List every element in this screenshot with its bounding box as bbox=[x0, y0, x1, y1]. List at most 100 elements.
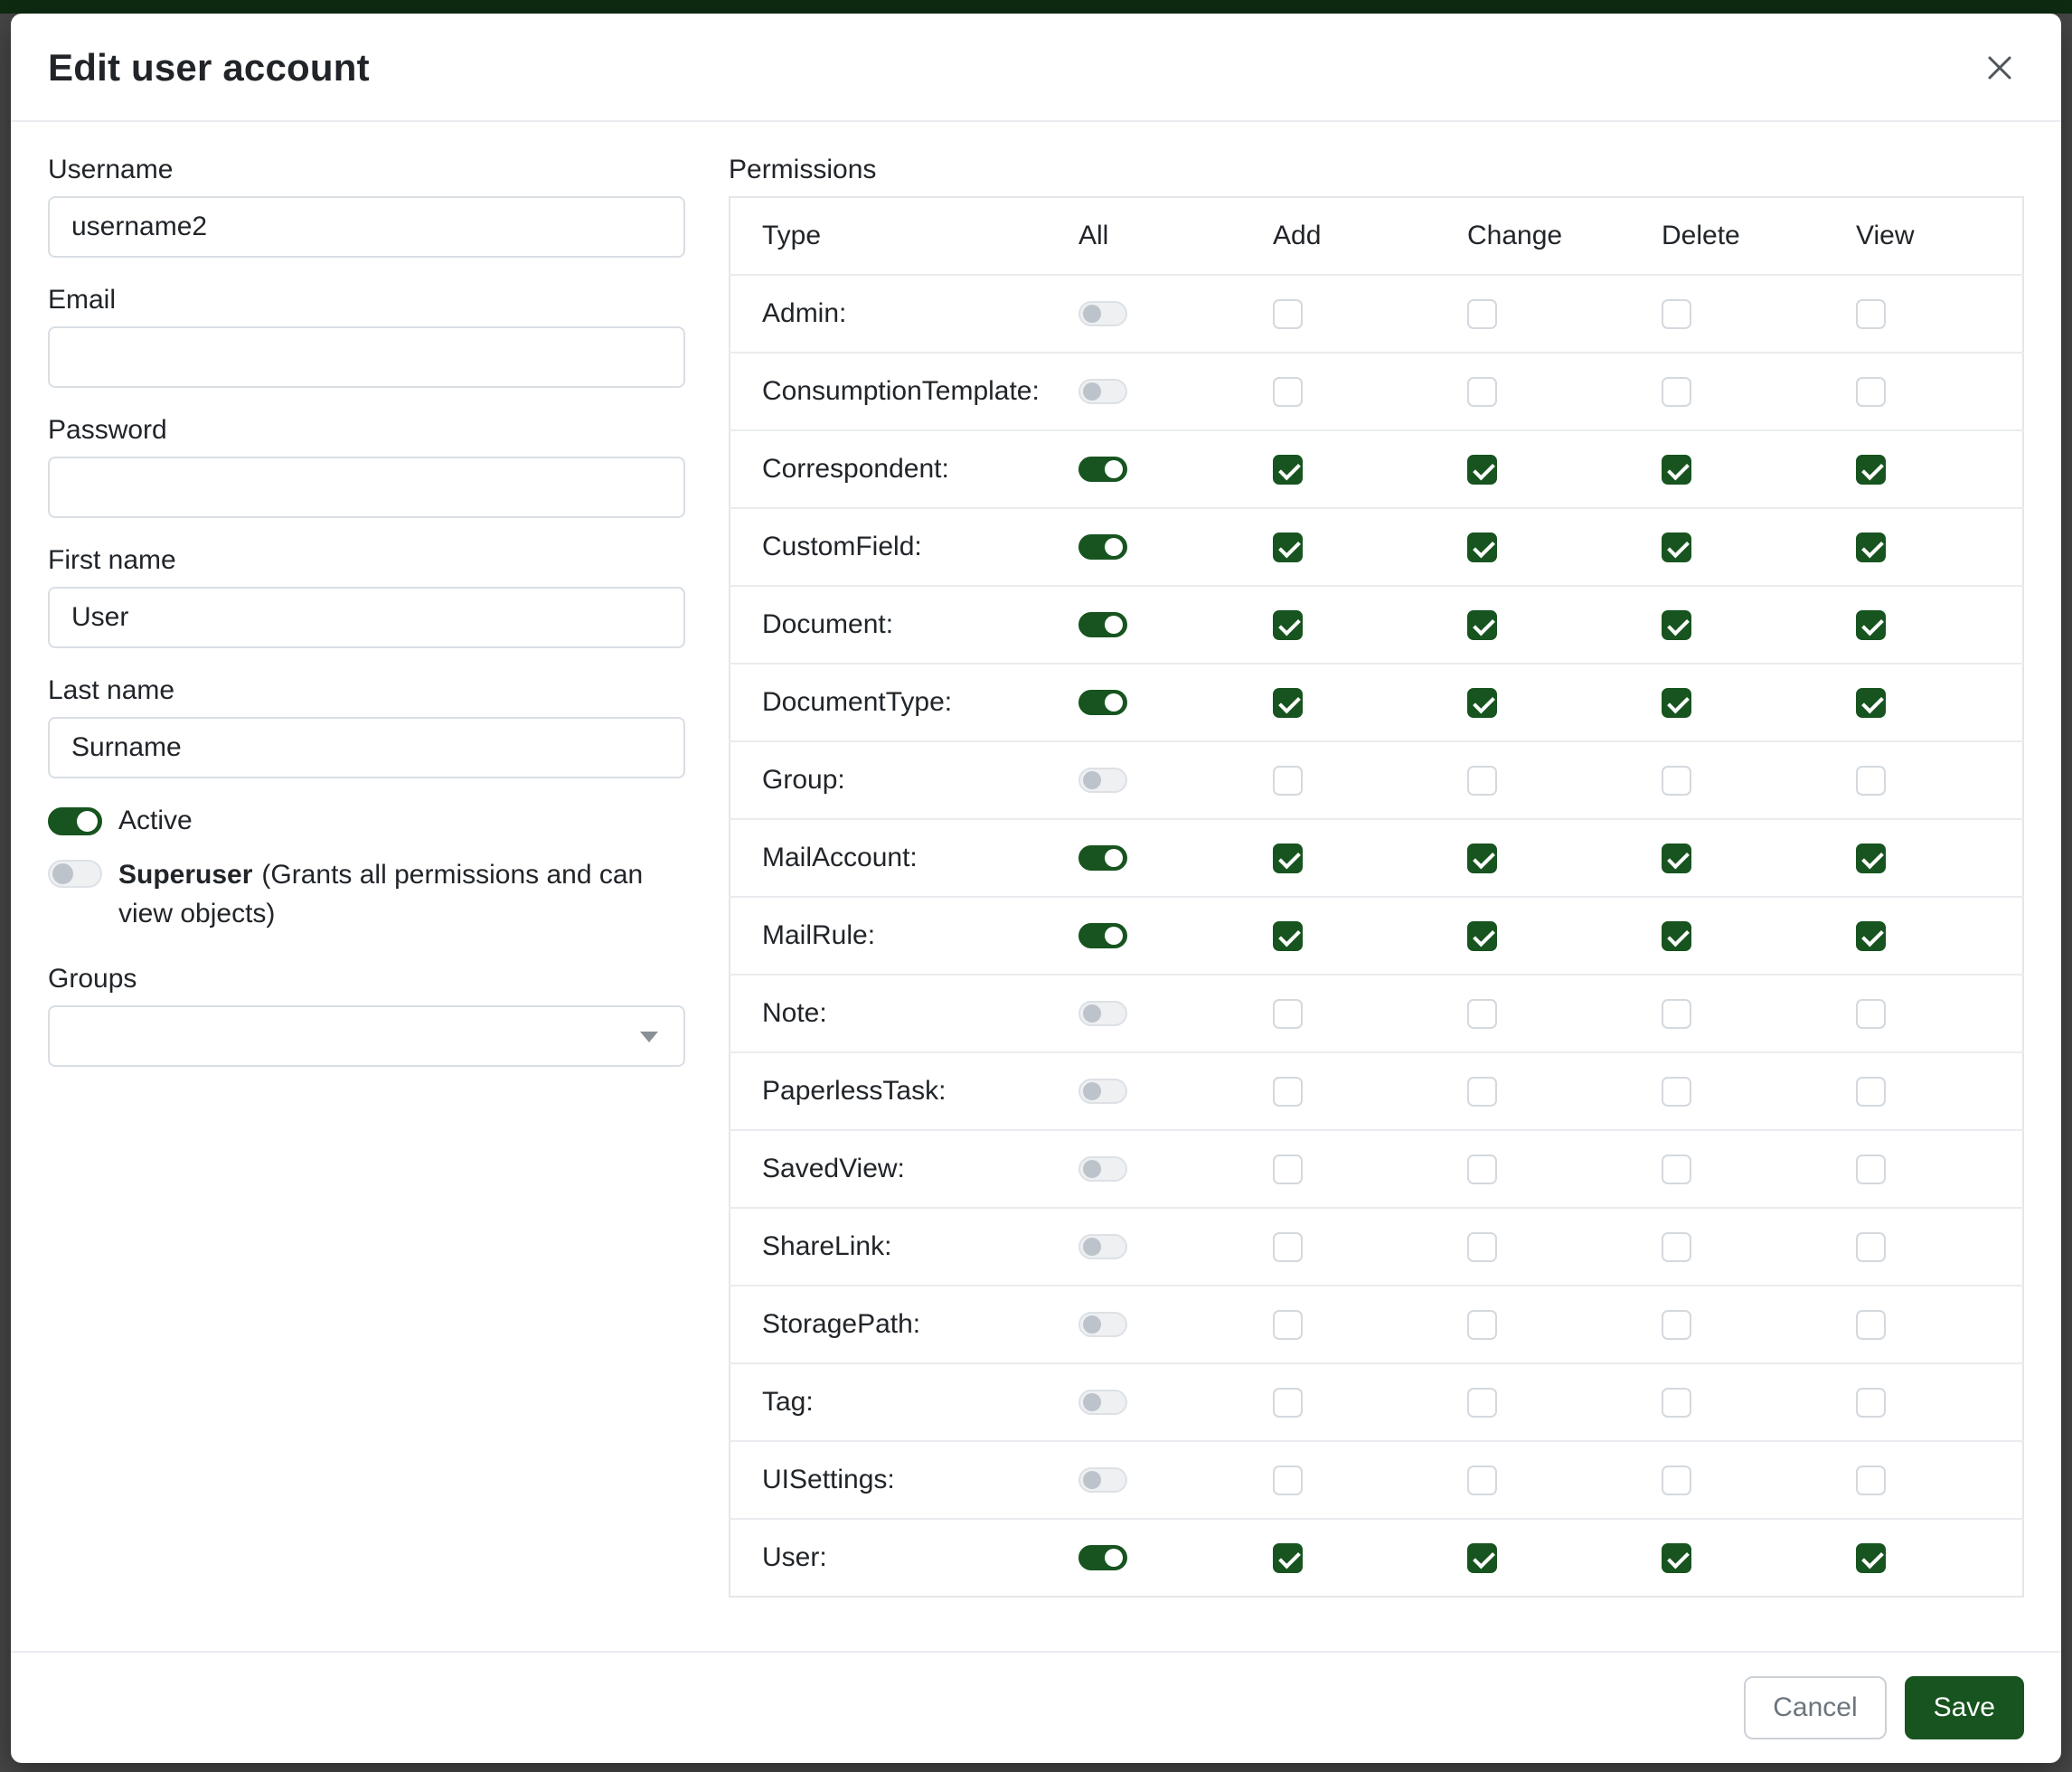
perm-change-checkbox[interactable] bbox=[1467, 1543, 1497, 1573]
perm-all-toggle[interactable] bbox=[1078, 457, 1127, 482]
perm-all-toggle[interactable] bbox=[1078, 1312, 1127, 1337]
username-input[interactable] bbox=[48, 196, 685, 258]
perm-delete-checkbox[interactable] bbox=[1662, 1155, 1691, 1184]
active-toggle[interactable] bbox=[48, 807, 102, 835]
perm-delete-checkbox[interactable] bbox=[1662, 299, 1691, 329]
perm-delete-checkbox[interactable] bbox=[1662, 921, 1691, 951]
perm-delete-checkbox[interactable] bbox=[1662, 455, 1691, 485]
perm-delete-checkbox[interactable] bbox=[1662, 999, 1691, 1029]
perm-delete-checkbox[interactable] bbox=[1662, 1543, 1691, 1573]
perm-view-checkbox[interactable] bbox=[1856, 1466, 1886, 1495]
perm-view-checkbox[interactable] bbox=[1856, 844, 1886, 873]
perm-change-checkbox[interactable] bbox=[1467, 1232, 1497, 1262]
perm-delete-checkbox[interactable] bbox=[1662, 1388, 1691, 1418]
perm-add-checkbox[interactable] bbox=[1273, 999, 1303, 1029]
perm-delete-checkbox[interactable] bbox=[1662, 377, 1691, 407]
perm-view-checkbox[interactable] bbox=[1856, 377, 1886, 407]
perm-add-checkbox[interactable] bbox=[1273, 766, 1303, 796]
perm-view-checkbox[interactable] bbox=[1856, 921, 1886, 951]
modal-footer: Cancel Save bbox=[11, 1651, 2061, 1763]
perm-view-checkbox[interactable] bbox=[1856, 299, 1886, 329]
perm-view-checkbox[interactable] bbox=[1856, 688, 1886, 718]
perm-change-checkbox[interactable] bbox=[1467, 766, 1497, 796]
perm-add-checkbox[interactable] bbox=[1273, 533, 1303, 562]
perm-delete-checkbox[interactable] bbox=[1662, 844, 1691, 873]
perm-delete-checkbox[interactable] bbox=[1662, 533, 1691, 562]
perm-delete-checkbox[interactable] bbox=[1662, 766, 1691, 796]
perm-all-toggle[interactable] bbox=[1078, 1390, 1127, 1415]
perm-delete-checkbox[interactable] bbox=[1662, 1310, 1691, 1340]
superuser-toggle[interactable] bbox=[48, 860, 102, 888]
perm-all-toggle[interactable] bbox=[1078, 612, 1127, 637]
perm-view-checkbox[interactable] bbox=[1856, 1310, 1886, 1340]
perm-all-toggle[interactable] bbox=[1078, 1234, 1127, 1259]
perm-delete-checkbox[interactable] bbox=[1662, 610, 1691, 640]
perm-add-checkbox[interactable] bbox=[1273, 377, 1303, 407]
perm-change-checkbox[interactable] bbox=[1467, 1077, 1497, 1107]
save-button[interactable]: Save bbox=[1905, 1676, 2024, 1739]
perm-add-checkbox[interactable] bbox=[1273, 844, 1303, 873]
perm-change-checkbox[interactable] bbox=[1467, 1155, 1497, 1184]
perm-all-toggle[interactable] bbox=[1078, 1467, 1127, 1493]
perm-add-checkbox[interactable] bbox=[1273, 1466, 1303, 1495]
perm-view-checkbox[interactable] bbox=[1856, 1388, 1886, 1418]
perm-view-checkbox[interactable] bbox=[1856, 766, 1886, 796]
perm-change-checkbox[interactable] bbox=[1467, 921, 1497, 951]
perm-change-checkbox[interactable] bbox=[1467, 688, 1497, 718]
perm-view-checkbox[interactable] bbox=[1856, 999, 1886, 1029]
perm-all-toggle[interactable] bbox=[1078, 1001, 1127, 1026]
perm-view-checkbox[interactable] bbox=[1856, 1543, 1886, 1573]
col-header-view: View bbox=[1841, 197, 2023, 275]
perm-add-checkbox[interactable] bbox=[1273, 1310, 1303, 1340]
perm-add-checkbox[interactable] bbox=[1273, 1388, 1303, 1418]
perm-change-checkbox[interactable] bbox=[1467, 999, 1497, 1029]
perm-change-checkbox[interactable] bbox=[1467, 844, 1497, 873]
perm-delete-checkbox[interactable] bbox=[1662, 1077, 1691, 1107]
perm-add-checkbox[interactable] bbox=[1273, 921, 1303, 951]
perm-delete-checkbox[interactable] bbox=[1662, 1232, 1691, 1262]
email-field-group: Email bbox=[48, 285, 685, 388]
perm-view-checkbox[interactable] bbox=[1856, 610, 1886, 640]
last-name-input[interactable] bbox=[48, 717, 685, 778]
perm-view-checkbox[interactable] bbox=[1856, 1077, 1886, 1107]
perm-change-checkbox[interactable] bbox=[1467, 1466, 1497, 1495]
perm-all-toggle[interactable] bbox=[1078, 301, 1127, 326]
perm-all-toggle[interactable] bbox=[1078, 923, 1127, 948]
active-label: Active bbox=[118, 806, 193, 836]
perm-add-checkbox[interactable] bbox=[1273, 610, 1303, 640]
cancel-button[interactable]: Cancel bbox=[1744, 1676, 1886, 1739]
perm-all-toggle[interactable] bbox=[1078, 1545, 1127, 1570]
perm-delete-checkbox[interactable] bbox=[1662, 688, 1691, 718]
perm-all-toggle[interactable] bbox=[1078, 1156, 1127, 1182]
perm-all-toggle[interactable] bbox=[1078, 768, 1127, 793]
perm-all-toggle[interactable] bbox=[1078, 379, 1127, 404]
perm-add-checkbox[interactable] bbox=[1273, 455, 1303, 485]
email-input[interactable] bbox=[48, 326, 685, 388]
perm-view-checkbox[interactable] bbox=[1856, 1232, 1886, 1262]
perm-change-checkbox[interactable] bbox=[1467, 1388, 1497, 1418]
perm-delete-checkbox[interactable] bbox=[1662, 1466, 1691, 1495]
perm-all-toggle[interactable] bbox=[1078, 534, 1127, 560]
perm-view-checkbox[interactable] bbox=[1856, 533, 1886, 562]
perm-change-checkbox[interactable] bbox=[1467, 377, 1497, 407]
perm-all-toggle[interactable] bbox=[1078, 845, 1127, 871]
perm-add-checkbox[interactable] bbox=[1273, 1077, 1303, 1107]
perm-change-checkbox[interactable] bbox=[1467, 1310, 1497, 1340]
perm-add-checkbox[interactable] bbox=[1273, 299, 1303, 329]
perm-change-checkbox[interactable] bbox=[1467, 533, 1497, 562]
password-input[interactable] bbox=[48, 457, 685, 518]
close-button[interactable] bbox=[1978, 46, 2021, 90]
perm-add-checkbox[interactable] bbox=[1273, 1232, 1303, 1262]
perm-add-checkbox[interactable] bbox=[1273, 1543, 1303, 1573]
perm-all-toggle[interactable] bbox=[1078, 690, 1127, 715]
perm-all-toggle[interactable] bbox=[1078, 1079, 1127, 1104]
perm-change-checkbox[interactable] bbox=[1467, 610, 1497, 640]
perm-change-checkbox[interactable] bbox=[1467, 299, 1497, 329]
perm-add-checkbox[interactable] bbox=[1273, 1155, 1303, 1184]
perm-view-checkbox[interactable] bbox=[1856, 1155, 1886, 1184]
perm-add-checkbox[interactable] bbox=[1273, 688, 1303, 718]
perm-change-checkbox[interactable] bbox=[1467, 455, 1497, 485]
first-name-input[interactable] bbox=[48, 587, 685, 648]
perm-view-checkbox[interactable] bbox=[1856, 455, 1886, 485]
groups-select[interactable] bbox=[48, 1005, 685, 1067]
